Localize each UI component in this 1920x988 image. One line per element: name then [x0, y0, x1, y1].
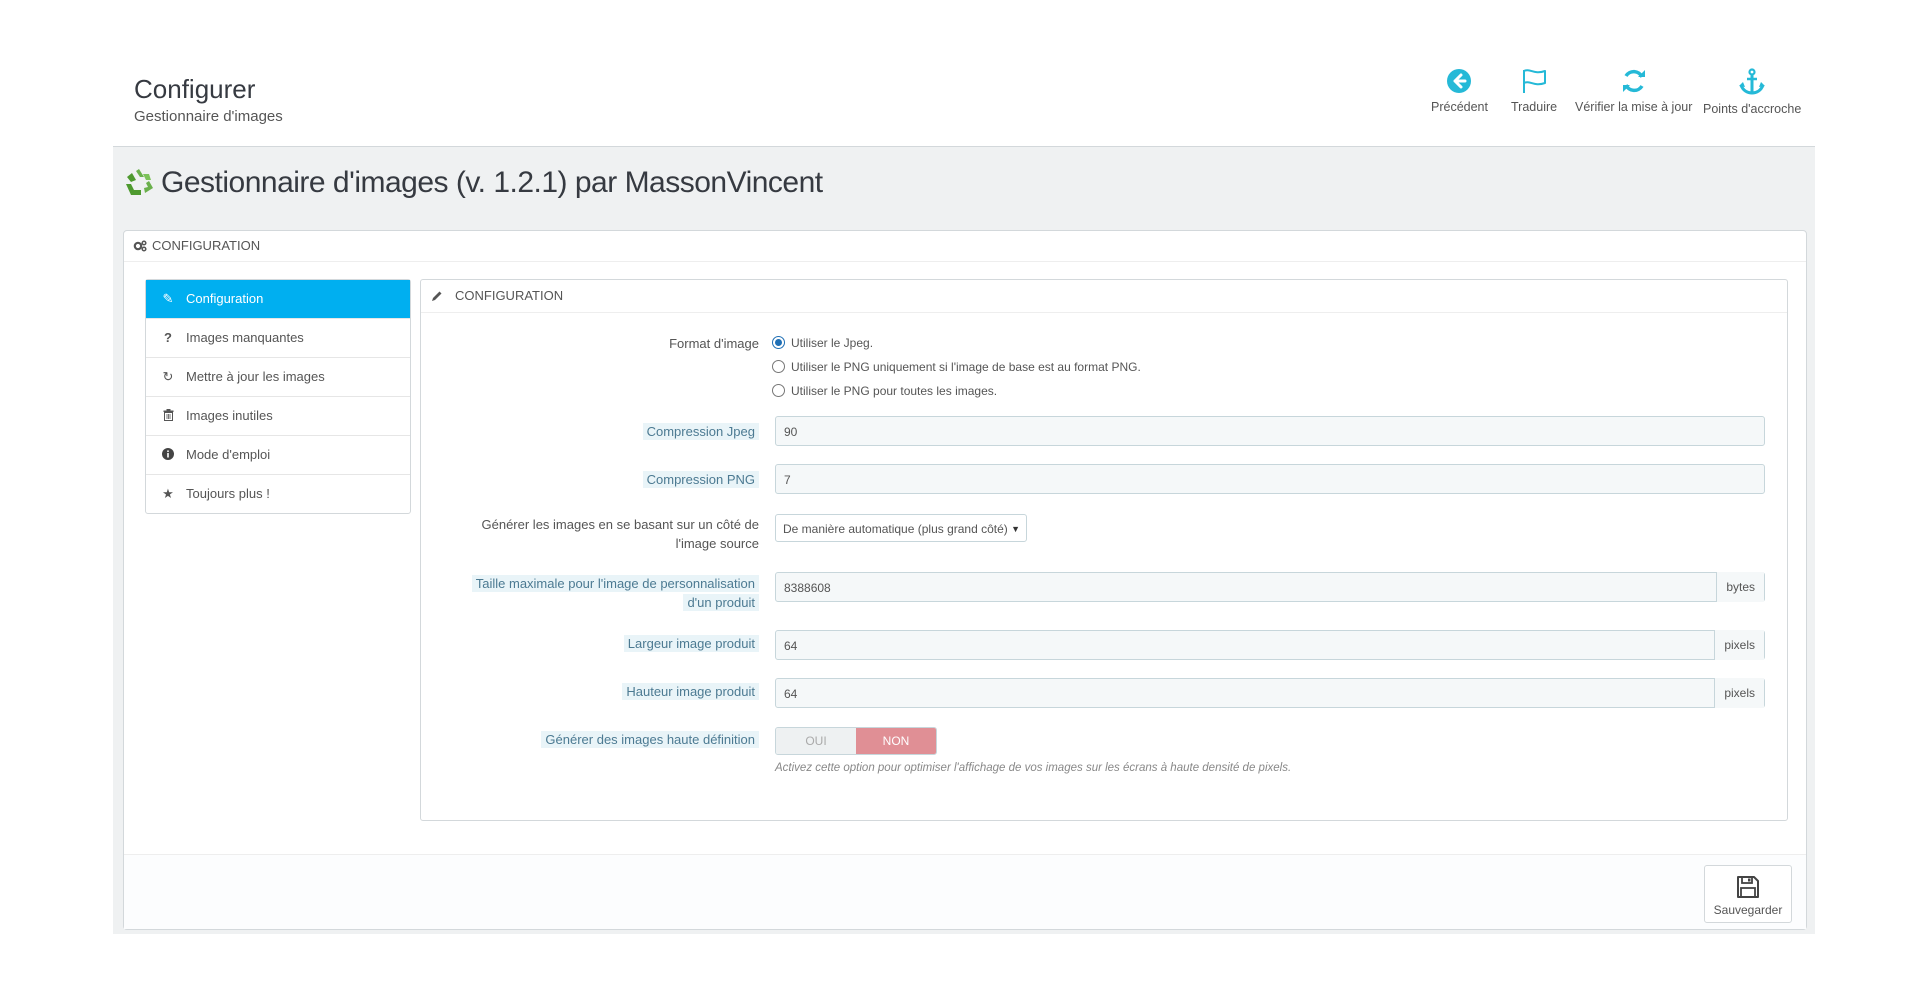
form-heading: CONFIGURATION [421, 280, 1787, 313]
generate-side-select[interactable]: De manière automatique (plus grand côté)… [775, 514, 1027, 542]
generate-side-selected: De manière automatique (plus grand côté) [783, 522, 1008, 536]
refresh-icon [1622, 69, 1645, 93]
anchor-icon [1739, 68, 1766, 95]
switch-no[interactable]: NON [856, 728, 936, 754]
hooks-button[interactable]: Points d'accroche [1703, 68, 1801, 116]
radio-label: Utiliser le Jpeg. [791, 336, 874, 350]
configuration-panel: CONFIGURATION ✎ Configuration ? Images m… [123, 230, 1807, 930]
back-button-label: Précédent [1431, 100, 1488, 114]
panel-footer: Sauvegarder [124, 854, 1806, 929]
png-compression-label: Compression PNG [642, 470, 759, 489]
module-sidenav: ✎ Configuration ? Images manquantes ↻ Me… [145, 279, 411, 514]
arrow-circle-left-icon [1447, 69, 1472, 93]
radio-label: Utiliser le PNG uniquement si l'image de… [791, 360, 1141, 374]
product-width-value: 64 [784, 639, 798, 653]
product-height-input[interactable]: 64 pixels [775, 678, 1765, 708]
panel-heading-label: CONFIGURATION [152, 238, 261, 253]
recycle-icon [126, 169, 153, 195]
product-width-input[interactable]: 64 pixels [775, 630, 1765, 660]
product-height-value: 64 [784, 687, 798, 701]
bytes-addon: bytes [1716, 572, 1764, 602]
radio-use-jpeg[interactable]: Utiliser le Jpeg. [772, 336, 873, 350]
sidebar-item-label: Mode d'emploi [186, 447, 271, 462]
png-compression-input[interactable]: 7 [775, 464, 1765, 494]
max-custom-size-value: 8388608 [784, 581, 831, 595]
back-button[interactable]: Précédent [1431, 68, 1488, 114]
hd-images-label: Générer des images haute définition [541, 730, 759, 749]
panel-heading: CONFIGURATION [124, 231, 1806, 262]
radio-button[interactable] [772, 360, 785, 373]
floppy-disk-icon [1737, 876, 1759, 898]
chevron-down-icon: ▼ [1011, 524, 1020, 534]
jpeg-compression-label: Compression Jpeg [642, 422, 759, 441]
radio-png-all[interactable]: Utiliser le PNG pour toutes les images. [772, 384, 997, 398]
form-heading-label: CONFIGURATION [455, 288, 564, 303]
page-title: Configurer [134, 74, 256, 104]
hd-images-help: Activez cette option pour optimiser l'af… [775, 762, 1292, 774]
admin-frame: Configurer Gestionnaire d'images Précéde… [113, 58, 1815, 934]
star-icon: ★ [162, 486, 174, 501]
question-icon: ? [164, 330, 172, 345]
radio-png-if-png[interactable]: Utiliser le PNG uniquement si l'image de… [772, 360, 1141, 374]
radio-button[interactable] [772, 336, 785, 349]
trash-icon [160, 397, 176, 435]
product-width-label: Largeur image produit [623, 634, 759, 653]
sidebar-item-label: Images manquantes [186, 330, 304, 345]
hd-images-switch[interactable]: OUI NON [775, 727, 937, 755]
image-format-label: Format d'image [669, 336, 759, 351]
flag-icon [1523, 69, 1547, 93]
translate-button-label: Traduire [1511, 100, 1558, 114]
save-button[interactable]: Sauvegarder [1704, 865, 1792, 923]
sidebar-item-more[interactable]: ★ Toujours plus ! [146, 475, 410, 513]
sidebar-item-missing-images[interactable]: ? Images manquantes [146, 319, 410, 358]
sidebar-item-label: Images inutiles [186, 408, 273, 423]
page-toolbar: Configurer Gestionnaire d'images Précéde… [113, 58, 1815, 147]
check-update-button-label: Vérifier la mise à jour [1575, 100, 1693, 114]
refresh-icon: ↻ [162, 369, 174, 384]
translate-button[interactable]: Traduire [1511, 68, 1557, 114]
sidebar-item-user-guide[interactable]: Mode d'emploi [146, 436, 410, 475]
pencil-icon [432, 291, 442, 301]
save-button-label: Sauvegarder [1713, 903, 1783, 917]
pixels-addon: pixels [1714, 630, 1764, 660]
max-custom-size-label: Taille maximale pour l'image de personna… [471, 574, 759, 612]
radio-button[interactable] [772, 384, 785, 397]
generate-side-label: Générer les images en se basant sur un c… [481, 517, 760, 551]
sidebar-item-update-images[interactable]: ↻ Mettre à jour les images [146, 358, 410, 397]
sidebar-item-configuration[interactable]: ✎ Configuration [146, 280, 410, 319]
jpeg-compression-input[interactable]: 90 [775, 416, 1765, 446]
max-custom-size-input[interactable]: 8388608 bytes [775, 572, 1765, 602]
pixels-addon: pixels [1714, 678, 1764, 708]
check-update-button[interactable]: Vérifier la mise à jour [1575, 68, 1692, 114]
hooks-button-label: Points d'accroche [1703, 102, 1802, 116]
product-height-label: Hauteur image produit [622, 682, 759, 701]
pencil-icon: ✎ [162, 291, 174, 306]
sidebar-item-label: Mettre à jour les images [186, 369, 325, 384]
sidebar-item-label: Configuration [186, 291, 264, 306]
info-icon [160, 436, 176, 474]
radio-label: Utiliser le PNG pour toutes les images. [791, 384, 998, 398]
module-title-text: Gestionnaire d'images (v. 1.2.1) par Mas… [161, 166, 823, 199]
switch-yes[interactable]: OUI [776, 728, 856, 754]
cogs-icon [133, 240, 147, 252]
form-panel: CONFIGURATION Format d'image Utiliser le… [420, 279, 1788, 821]
page-subtitle: Gestionnaire d'images [134, 108, 283, 125]
sidebar-item-unused-images[interactable]: Images inutiles [146, 397, 410, 436]
module-title: Gestionnaire d'images (v. 1.2.1) par Mas… [123, 166, 823, 200]
sidebar-item-label: Toujours plus ! [186, 486, 270, 501]
